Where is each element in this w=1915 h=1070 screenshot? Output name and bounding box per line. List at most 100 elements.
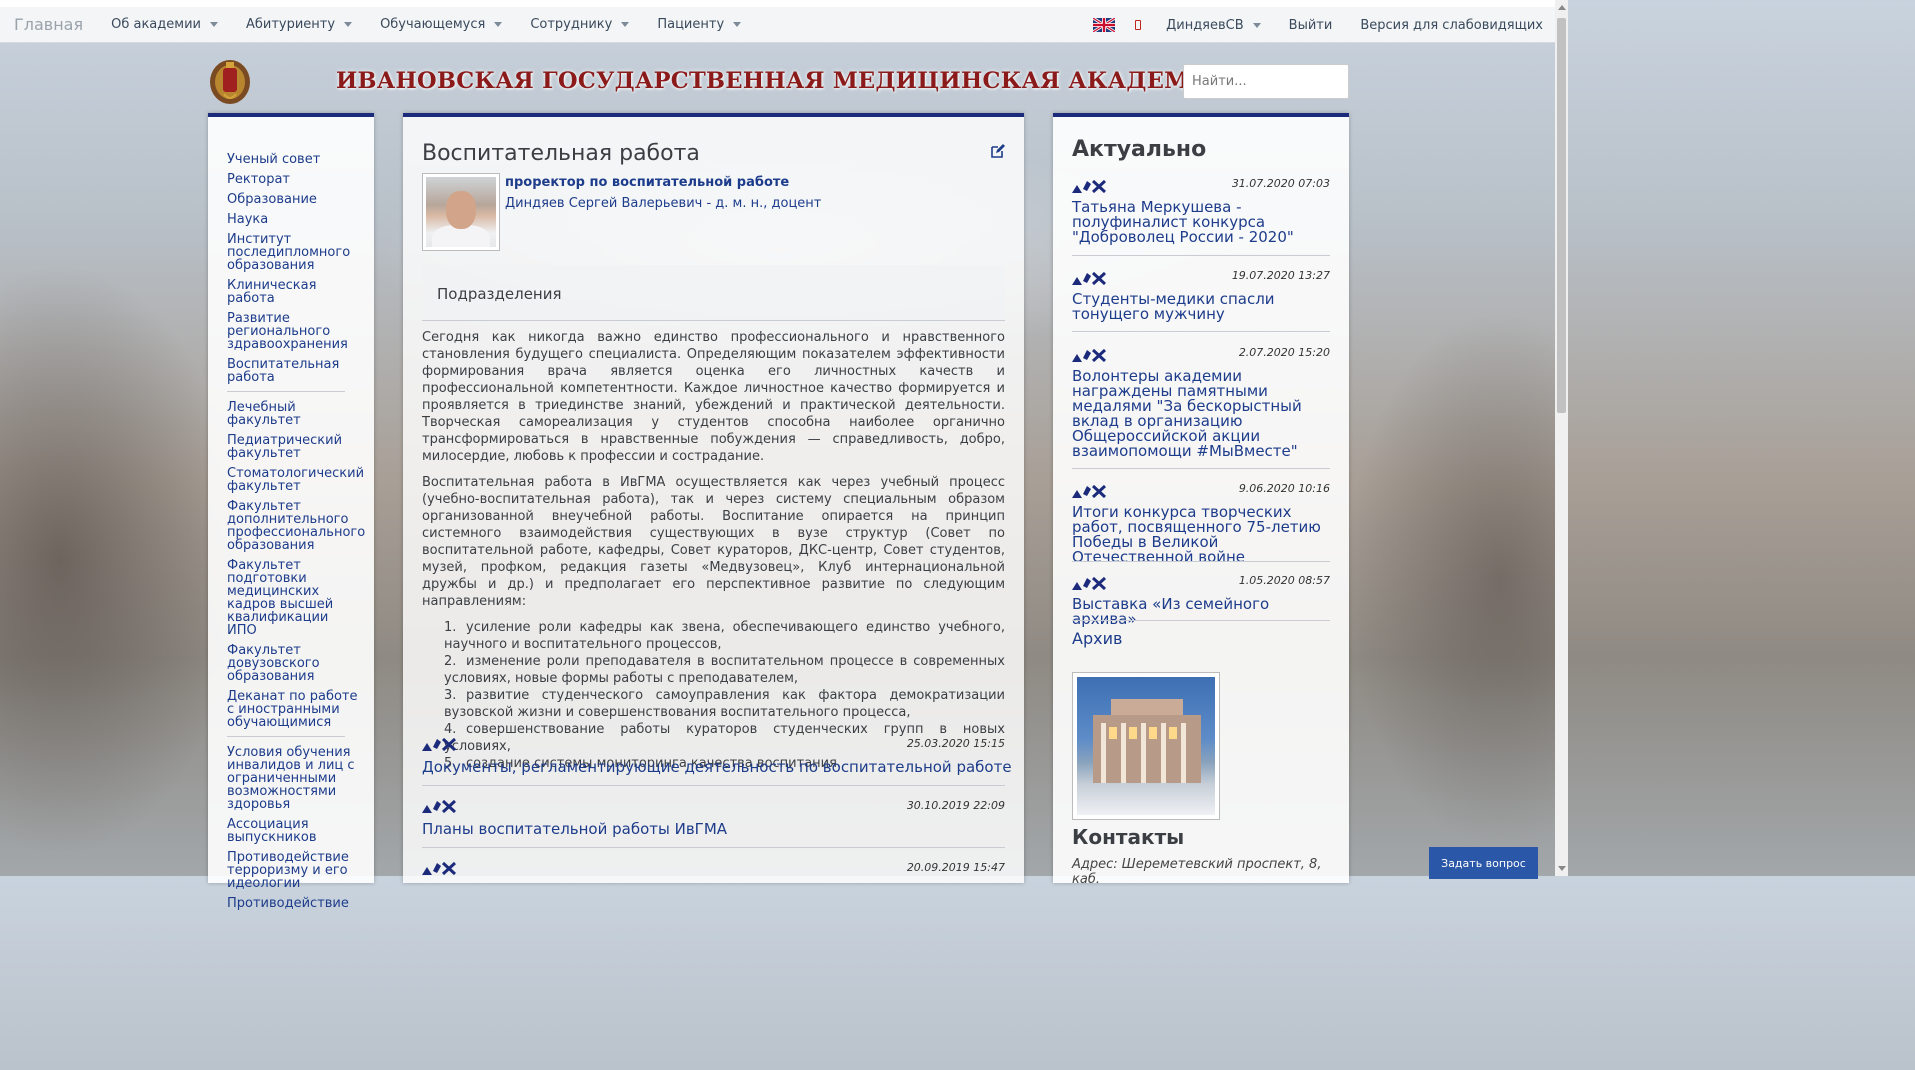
sidebar-item-regional-healthcare[interactable]: Развитие регионального здравоохранения [227, 312, 362, 351]
nav-logout-link[interactable]: Выйти [1289, 18, 1333, 33]
top-navbar: Главная Об академии Абитуриенту Обучающе… [0, 7, 1555, 43]
news-admin-icons[interactable] [1072, 484, 1106, 498]
uk-flag-icon[interactable] [1093, 18, 1116, 32]
chevron-down-icon [209, 22, 218, 27]
sidebar-item-clinical-work[interactable]: Клиническая работа [227, 279, 362, 305]
edit-icon[interactable] [990, 143, 1006, 159]
list-item: 3. развитие студенческого самоуправления … [444, 687, 1005, 721]
chevron-down-icon [494, 22, 503, 27]
news-link[interactable]: Волонтеры академии награждены памятными … [1072, 369, 1330, 459]
article-paragraph: Сегодня как никогда важно единство профе… [422, 330, 1005, 464]
scroll-down-arrow-icon[interactable] [1558, 866, 1566, 871]
entry-link[interactable]: Планы воспитательной работы ИвГМА [422, 820, 727, 838]
sidebar-item-anti-terrorism[interactable]: Противодействие терроризму и его идеолог… [227, 851, 362, 890]
vice-rector-photo [422, 173, 500, 251]
search-input[interactable] [1183, 64, 1349, 99]
subdivisions-tab-bar: Подразделения [422, 265, 1005, 321]
vice-rector-name-link[interactable]: Диндяев Сергей Валерьевич - д. м. н., до… [505, 196, 821, 211]
news-link[interactable]: Итоги конкурса творческих работ, посвяще… [1072, 505, 1330, 565]
sidebar-item-pre-university-faculty[interactable]: Факультет довузовского образования [227, 644, 362, 683]
scrollbar-thumb[interactable] [1557, 18, 1566, 413]
chevron-down-icon [344, 22, 353, 27]
scroll-up-arrow-icon[interactable] [1558, 5, 1566, 10]
list-number: 2. [444, 654, 457, 669]
article-paragraph: Воспитательная работа в ИвГМА осуществля… [422, 475, 1005, 609]
news-date: 2.07.2020 15:20 [1238, 346, 1330, 359]
news-date: 31.07.2020 07:03 [1231, 177, 1330, 190]
page-title: Воспитательная работа [422, 141, 700, 166]
sidebar-item-academic-council[interactable]: Ученый совет [227, 153, 362, 166]
news-sidebar: Актуально 31.07.2020 07:03 Татьяна Мерку… [1053, 113, 1349, 887]
news-admin-icons[interactable] [1072, 179, 1106, 193]
page-scrollbar[interactable] [1555, 0, 1568, 876]
news-link[interactable]: Выставка «Из семейного архива» [1072, 597, 1330, 627]
sidebar-nav: Ученый совет Ректорат Образование Наука … [227, 153, 365, 917]
entry-divider [422, 847, 1005, 848]
site-title[interactable]: ИВАНОВСКАЯ ГОСУДАРСТВЕННАЯ МЕДИЦИНСКАЯ А… [336, 68, 1231, 94]
list-number: 4. [444, 722, 457, 737]
news-archive-link[interactable]: Архив [1072, 629, 1122, 648]
news-divider [1072, 468, 1330, 469]
news-link[interactable]: Студенты-медики спасли тонущего мужчину [1072, 292, 1330, 322]
nav-applicants[interactable]: Абитуриенту [245, 17, 353, 32]
nav-home-link[interactable]: Главная [14, 15, 83, 34]
sidebar-item-dental-faculty[interactable]: Стоматологический факультет [227, 467, 364, 493]
academy-building-photo[interactable] [1072, 672, 1220, 820]
nav-right-group: ДиндяевСВ Выйти Версия для слабовидящих [1093, 7, 1543, 43]
nav-accessibility-link[interactable]: Версия для слабовидящих [1360, 18, 1543, 33]
sidebar-item-additional-education-faculty[interactable]: Факультет дополнительного профессиональн… [227, 500, 365, 552]
nav-about[interactable]: Об академии [111, 17, 218, 32]
nav-students-label: Обучающемуся [380, 17, 486, 32]
sidebar-item-educational-work[interactable]: Воспитательная работа [227, 358, 362, 384]
list-item: 2. изменение роли преподавателя в воспита… [444, 653, 1005, 687]
nav-students[interactable]: Обучающемуся [380, 17, 503, 32]
news-date: 1.05.2020 08:57 [1238, 574, 1330, 587]
sidebar-item-higher-qualification-faculty[interactable]: Факультет подготовки медицинских кадров … [227, 559, 362, 637]
nav-staff[interactable]: Сотруднику [530, 17, 630, 32]
news-admin-icons[interactable] [1072, 348, 1106, 362]
browser-top-edge [0, 0, 1568, 7]
nav-applicants-label: Абитуриенту [245, 17, 336, 32]
entry-link[interactable]: Документы, регламентирующие деятельность… [422, 758, 1012, 776]
nav-about-label: Об академии [111, 17, 201, 32]
entry-date: 25.03.2020 15:15 [906, 737, 1005, 750]
mobile-phone-icon[interactable] [1135, 20, 1142, 30]
sidebar-item-alumni-association[interactable]: Ассоциация выпускников [227, 818, 362, 844]
sidebar-item-rectorate[interactable]: Ректорат [227, 173, 362, 186]
news-divider [1072, 620, 1330, 621]
sidebar-item-postgraduate-institute[interactable]: Институт последипломного образования [227, 233, 362, 272]
nav-patients-label: Пациенту [657, 17, 725, 32]
sidebar-item-counteraction[interactable]: Противодействие [227, 897, 362, 910]
nav-patients[interactable]: Пациенту [657, 17, 742, 32]
entry-admin-icons[interactable] [422, 737, 456, 751]
academy-emblem-icon[interactable] [208, 56, 252, 106]
news-link[interactable]: Татьяна Меркушева - полуфиналист конкурс… [1072, 200, 1330, 245]
entry-divider [422, 785, 1005, 786]
news-divider [1072, 331, 1330, 332]
contacts-title: Контакты [1072, 825, 1185, 849]
tab-subdivisions[interactable]: Подразделения [437, 285, 562, 303]
chevron-down-icon [733, 22, 742, 27]
left-sidebar: Ученый совет Ректорат Образование Наука … [208, 113, 374, 910]
list-number: 3. [444, 688, 457, 703]
sidebar-item-medical-faculty[interactable]: Лечебный факультет [227, 401, 362, 427]
contacts-address: Адрес: Шереметевский проспект, 8, каб. [1072, 857, 1322, 887]
entry-admin-icons[interactable] [422, 861, 456, 875]
sidebar-item-science[interactable]: Наука [227, 213, 362, 226]
sidebar-item-disability-conditions[interactable]: Условия обучения инвалидов и лиц с огран… [227, 746, 362, 811]
sidebar-item-education[interactable]: Образование [227, 193, 362, 206]
list-text: изменение роли преподавателя в воспитате… [444, 654, 1005, 686]
news-admin-icons[interactable] [1072, 271, 1106, 285]
ask-question-button[interactable]: Задать вопрос [1429, 847, 1538, 879]
sidebar-item-foreign-students-deanery[interactable]: Деканат по работе с иностранными обучающ… [227, 690, 362, 729]
news-admin-icons[interactable] [1072, 576, 1106, 590]
entry-admin-icons[interactable] [422, 799, 456, 813]
sidebar-item-pediatric-faculty[interactable]: Педиатрический факультет [227, 434, 362, 460]
vice-rector-role-link[interactable]: проректор по воспитательной работе [505, 175, 789, 190]
news-date: 19.07.2020 13:27 [1231, 269, 1330, 282]
nav-logout-label: Выйти [1288, 17, 1333, 33]
chevron-down-icon [1252, 22, 1261, 28]
nav-user-menu[interactable]: ДиндяевСВ [1166, 18, 1261, 33]
list-text: развитие студенческого самоуправления ка… [444, 688, 1005, 720]
chevron-down-icon [621, 22, 630, 27]
